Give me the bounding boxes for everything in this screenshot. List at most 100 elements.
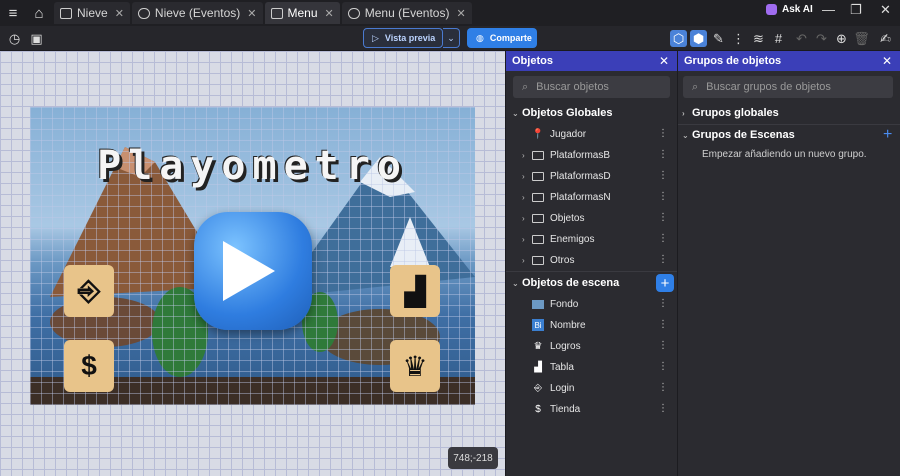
zoom-icon[interactable]: ⊕ (833, 30, 850, 47)
list-item[interactable]: ▟ Tabla ⋮ (522, 357, 678, 377)
list-item[interactable]: › PlataformasB ⋮ (522, 145, 678, 165)
game-title-text[interactable]: Playometro (60, 143, 445, 189)
more-options-icon[interactable]: ⋮ (658, 170, 668, 181)
tab-menu-eventos[interactable]: Menu (Eventos) ✕ (341, 2, 472, 24)
list-item[interactable]: Bi Nombre ⋮ (522, 315, 678, 335)
restore-icon[interactable]: ❐ (850, 2, 862, 18)
scene-groups-section[interactable]: ⌄ Grupos de Escenas (682, 125, 795, 145)
trophy-icon[interactable]: ♛ (390, 340, 440, 392)
list-item[interactable]: ♛ Logros ⋮ (522, 336, 678, 356)
preview-label: Vista previa (384, 33, 436, 43)
tab-menu[interactable]: Menu ✕ (264, 2, 340, 24)
more-options-icon[interactable]: ⋮ (658, 298, 668, 309)
minimize-icon[interactable]: — (822, 2, 835, 17)
objects-panel: Objetos ✕ ⌕ Buscar objetos ⌄ Objetos Glo… (505, 51, 678, 476)
more-options-icon[interactable]: ⋮ (658, 403, 668, 414)
instances-list-icon[interactable]: ⋮ (730, 30, 747, 47)
chevron-right-icon: › (682, 108, 685, 118)
close-icon[interactable]: ✕ (659, 54, 669, 68)
chevron-right-icon[interactable]: › (522, 256, 532, 265)
more-options-icon[interactable]: ⋮ (658, 361, 668, 372)
scene-objects-section[interactable]: ⌄ Objetos de escena (512, 273, 619, 293)
more-options-icon[interactable]: ⋮ (658, 149, 668, 160)
preview-button[interactable]: ▷ Vista previa (363, 28, 443, 48)
bar-chart-icon[interactable]: ▟ (390, 265, 440, 317)
grid-icon[interactable]: # (770, 30, 787, 47)
more-options-icon[interactable]: ⋮ (658, 254, 668, 265)
ask-ai-button[interactable]: Ask AI (766, 4, 813, 15)
globe-icon: ◍ (476, 32, 484, 43)
login-icon[interactable]: ⎆ (64, 265, 114, 317)
section-label: Grupos de Escenas (692, 129, 795, 141)
close-icon[interactable]: ✕ (882, 54, 892, 68)
groups-panel-header: Grupos de objetos ✕ (678, 51, 900, 71)
preview-options-dropdown[interactable]: ⌄ (443, 28, 460, 48)
scene-preview[interactable]: Playometro ⎆ $ ▟ ♛ (30, 107, 475, 405)
list-item[interactable]: › PlataformasN ⋮ (522, 187, 678, 207)
search-groups-input[interactable]: ⌕ Buscar grupos de objetos (683, 76, 893, 98)
events-icon (347, 7, 360, 19)
undo-icon[interactable]: ↶ (793, 30, 810, 47)
list-item[interactable]: › Objetos ⋮ (522, 208, 678, 228)
close-icon[interactable]: ✕ (115, 7, 124, 20)
add-object-button[interactable]: + (656, 274, 674, 292)
chevron-right-icon[interactable]: › (522, 172, 532, 181)
chevron-right-icon[interactable]: › (522, 235, 532, 244)
scene-canvas[interactable]: Playometro ⎆ $ ▟ ♛ 748;-218 (0, 51, 505, 476)
list-item[interactable]: › Enemigos ⋮ (522, 229, 678, 249)
edit-notes-icon[interactable]: ✍ (877, 30, 894, 47)
search-placeholder: Buscar objetos (536, 81, 609, 93)
search-icon: ⌕ (522, 80, 529, 93)
hamburger-menu-icon[interactable]: ≡ (0, 0, 26, 26)
play-icon (223, 241, 275, 301)
more-options-icon[interactable]: ⋮ (658, 212, 668, 223)
global-objects-section[interactable]: ⌄ Objetos Globales (512, 103, 612, 123)
scene-properties-icon[interactable]: ▣ (28, 30, 45, 47)
pin-icon: 📍 (531, 128, 545, 140)
list-item[interactable]: Fondo ⋮ (522, 294, 678, 314)
tab-bar: ≡ ⌂ Nieve ✕ Nieve (Eventos) ✕ Menu ✕ Men… (0, 0, 900, 26)
chevron-right-icon[interactable]: › (522, 151, 532, 160)
more-options-icon[interactable]: ⋮ (658, 233, 668, 244)
bar-chart-icon: ▟ (534, 361, 542, 373)
home-icon[interactable]: ⌂ (26, 0, 52, 26)
more-options-icon[interactable]: ⋮ (658, 340, 668, 351)
scene-icon (270, 7, 283, 19)
item-label: PlataformasD (550, 170, 611, 182)
close-icon[interactable]: ✕ (247, 7, 256, 20)
more-options-icon[interactable]: ⋮ (658, 128, 668, 139)
list-item[interactable]: 📍 Jugador ⋮ (522, 124, 678, 144)
events-icon (137, 7, 150, 19)
list-item[interactable]: › Otros ⋮ (522, 250, 678, 270)
window-close-icon[interactable]: ✕ (880, 2, 891, 18)
section-label: Grupos globales (692, 107, 779, 119)
object-groups-panel: Grupos de objetos ✕ ⌕ Buscar grupos de o… (677, 51, 900, 476)
layers-icon[interactable]: ≋ (750, 30, 767, 47)
more-options-icon[interactable]: ⋮ (658, 382, 668, 393)
global-groups-section[interactable]: › Grupos globales (682, 103, 779, 123)
history-icon[interactable]: ◷ (6, 30, 23, 47)
play-outline-icon: ▷ (372, 32, 379, 43)
list-item[interactable]: › PlataformasD ⋮ (522, 166, 678, 186)
add-group-icon[interactable]: + (883, 126, 892, 144)
list-item[interactable]: $ Tienda ⋮ (522, 399, 678, 419)
search-placeholder: Buscar grupos de objetos (706, 81, 831, 93)
share-label: Comparte (489, 33, 532, 43)
tab-nieve[interactable]: Nieve ✕ (54, 2, 130, 24)
objects-panel-icon[interactable]: ⬡ (670, 30, 687, 47)
more-options-icon[interactable]: ⋮ (658, 319, 668, 330)
chevron-right-icon[interactable]: › (522, 193, 532, 202)
redo-icon[interactable]: ↷ (813, 30, 830, 47)
tab-nieve-eventos[interactable]: Nieve (Eventos) ✕ (131, 2, 263, 24)
list-item[interactable]: ⎆ Login ⋮ (522, 378, 678, 398)
chevron-right-icon[interactable]: › (522, 214, 532, 223)
object-groups-icon[interactable]: ⬢ (690, 30, 707, 47)
share-button[interactable]: ◍ Comparte (467, 28, 537, 48)
close-icon[interactable]: ✕ (456, 7, 465, 20)
close-icon[interactable]: ✕ (325, 7, 334, 20)
more-options-icon[interactable]: ⋮ (658, 191, 668, 202)
dollar-icon[interactable]: $ (64, 340, 114, 392)
properties-edit-icon[interactable]: ✎ (710, 30, 727, 47)
delete-icon[interactable]: 🗑 (853, 30, 870, 47)
search-objects-input[interactable]: ⌕ Buscar objetos (513, 76, 670, 98)
